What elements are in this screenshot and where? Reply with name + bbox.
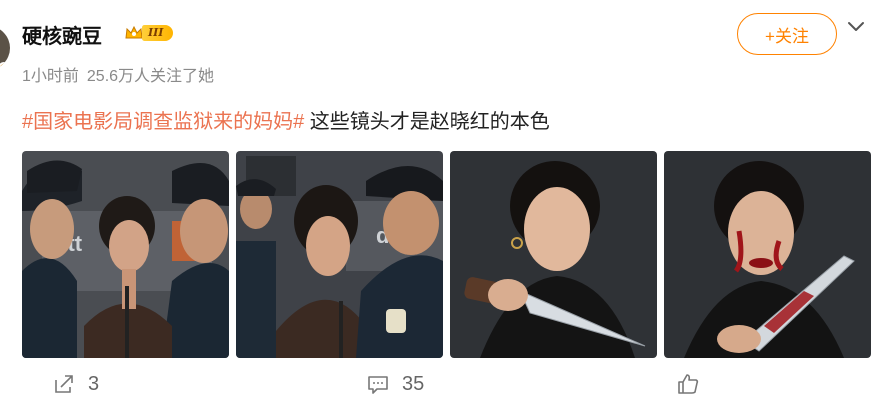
like-button[interactable] xyxy=(676,372,712,396)
share-icon xyxy=(55,375,73,393)
comment-button[interactable]: 35 xyxy=(366,372,424,396)
author-name[interactable]: 硬核豌豆 xyxy=(22,20,102,49)
post-image-2[interactable]: dtt xyxy=(236,151,443,358)
avatar[interactable] xyxy=(0,26,10,70)
vip-badge[interactable]: III xyxy=(124,23,182,43)
comment-count: 35 xyxy=(402,372,425,395)
share-count: 3 xyxy=(88,372,100,395)
crown-icon xyxy=(125,25,143,39)
chevron-down-icon[interactable] xyxy=(845,16,867,38)
post-meta: 1小时前 25.6万人关注了她 xyxy=(22,62,214,86)
comment-icon xyxy=(368,376,388,394)
follower-count: 25.6万人关注了她 xyxy=(86,68,215,85)
action-bar: 3 35 xyxy=(0,372,885,406)
post-image-4[interactable] xyxy=(664,151,871,358)
share-button[interactable]: 3 xyxy=(52,372,99,396)
vip-level: III xyxy=(142,25,174,41)
post-image-3[interactable] xyxy=(450,151,657,358)
post-text: #国家电影局调查监狱来的妈妈# 这些镜头才是赵晓红的本色 xyxy=(22,105,550,134)
thumbs-up-icon xyxy=(678,374,699,394)
follow-button[interactable]: +关注 xyxy=(737,13,837,55)
post-time[interactable]: 1小时前 xyxy=(22,68,79,85)
topic-link[interactable]: #国家电影局调查监狱来的妈妈# xyxy=(22,111,304,133)
verified-badge-icon xyxy=(0,62,10,70)
post-image-1[interactable]: dtt xyxy=(22,151,229,358)
post-body: 这些镜头才是赵晓红的本色 xyxy=(304,111,550,133)
